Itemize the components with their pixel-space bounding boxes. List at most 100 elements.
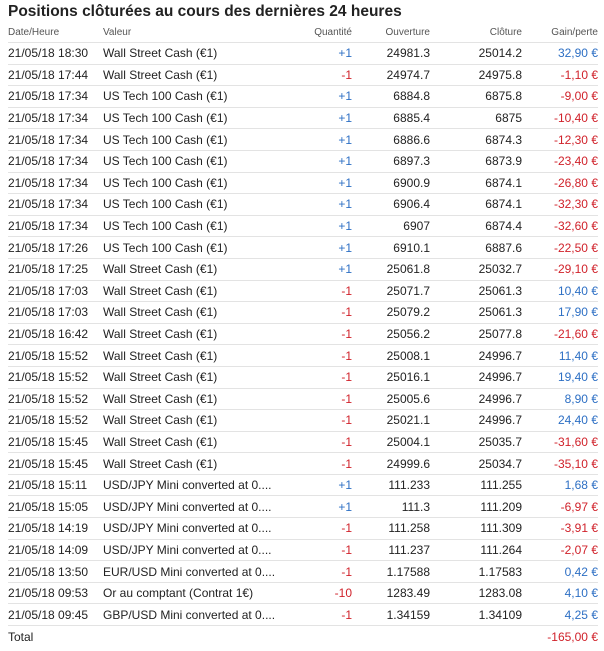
cell-instrument: US Tech 100 Cash (€1)	[103, 236, 288, 259]
table-row[interactable]: 21/05/18 17:34 US Tech 100 Cash (€1) +1 689…	[8, 150, 598, 173]
cell-gain: -31,60 €	[522, 431, 598, 454]
table-row[interactable]: 21/05/18 17:44 Wall Street Cash (€1) -1 249…	[8, 64, 598, 87]
cell-quantity: -10	[288, 582, 352, 605]
cell-quantity: +1	[288, 150, 352, 173]
cell-date: 21/05/18 15:05	[8, 495, 103, 519]
cell-instrument: USD/JPY Mini converted at 0....	[103, 474, 288, 497]
table-row[interactable]: 21/05/18 17:34 US Tech 100 Cash (€1) +1 690…	[8, 215, 598, 238]
cell-open-price: 111.237	[352, 539, 430, 562]
cell-open-price: 25004.1	[352, 431, 430, 454]
cell-instrument: Wall Street Cash (€1)	[103, 366, 288, 389]
cell-quantity: -1	[288, 517, 352, 540]
column-header-close[interactable]: Clôture	[430, 23, 522, 43]
cell-quantity: -1	[288, 409, 352, 432]
cell-quantity: -1	[288, 280, 352, 303]
table-row[interactable]: 21/05/18 17:34 US Tech 100 Cash (€1) +1 690…	[8, 172, 598, 195]
column-header-date[interactable]: Date/Heure	[8, 23, 103, 43]
cell-quantity: -1	[288, 539, 352, 562]
cell-close-price: 25061.3	[430, 280, 522, 303]
cell-gain: 1,68 €	[522, 474, 598, 497]
table-row[interactable]: 21/05/18 17:03 Wall Street Cash (€1) -1 250…	[8, 280, 598, 303]
cell-gain: -9,00 €	[522, 85, 598, 108]
cell-open-price: 6885.4	[352, 107, 430, 130]
cell-instrument: Wall Street Cash (€1)	[103, 42, 288, 65]
cell-gain: -1,10 €	[522, 64, 598, 87]
table-row[interactable]: 21/05/18 14:19 USD/JPY Mini converted at …	[8, 517, 598, 540]
cell-quantity: -1	[288, 366, 352, 389]
table-row[interactable]: 21/05/18 16:42 Wall Street Cash (€1) -1 250…	[8, 323, 598, 346]
cell-close-price: 1.34109	[430, 603, 522, 627]
cell-date: 21/05/18 17:34	[8, 128, 103, 151]
cell-close-price: 6887.6	[430, 236, 522, 259]
cell-date: 21/05/18 15:52	[8, 344, 103, 367]
cell-close-price: 24996.7	[430, 366, 522, 389]
table-row[interactable]: 21/05/18 17:34 US Tech 100 Cash (€1) +1 690…	[8, 193, 598, 216]
total-spacer	[103, 626, 288, 649]
cell-open-price: 25005.6	[352, 388, 430, 411]
column-header-value[interactable]: Valeur	[103, 23, 288, 43]
table-row[interactable]: 21/05/18 18:30 Wall Street Cash (€1) +1 249…	[8, 42, 598, 65]
cell-quantity: -1	[288, 603, 352, 627]
cell-close-price: 6874.1	[430, 193, 522, 216]
cell-open-price: 25016.1	[352, 366, 430, 389]
table-row[interactable]: 21/05/18 15:52 Wall Street Cash (€1) -1 250…	[8, 409, 598, 432]
table-row[interactable]: 21/05/18 17:25 Wall Street Cash (€1) +1 250…	[8, 258, 598, 281]
cell-open-price: 24974.7	[352, 64, 430, 87]
column-header-open[interactable]: Ouverture	[352, 23, 430, 43]
cell-date: 21/05/18 15:11	[8, 474, 103, 497]
cell-close-price: 25032.7	[430, 258, 522, 281]
page-title: Positions clôturées au cours des dernièr…	[8, 3, 402, 20]
cell-open-price: 6906.4	[352, 193, 430, 216]
cell-instrument: USD/JPY Mini converted at 0....	[103, 517, 288, 540]
cell-instrument: GBP/USD Mini converted at 0....	[103, 603, 288, 627]
cell-instrument: US Tech 100 Cash (€1)	[103, 85, 288, 108]
table-row[interactable]: 21/05/18 17:34 US Tech 100 Cash (€1) +1 688…	[8, 128, 598, 151]
cell-date: 21/05/18 16:42	[8, 323, 103, 346]
cell-open-price: 24999.6	[352, 452, 430, 475]
table-row[interactable]: 21/05/18 15:45 Wall Street Cash (€1) -1 249…	[8, 452, 598, 475]
table-row[interactable]: 21/05/18 17:34 US Tech 100 Cash (€1) +1 688…	[8, 107, 598, 130]
total-row: Total -165,00 €	[8, 626, 598, 649]
table-row[interactable]: 21/05/18 17:34 US Tech 100 Cash (€1) +1 688…	[8, 85, 598, 108]
cell-open-price: 25056.2	[352, 323, 430, 346]
cell-gain: -35,10 €	[522, 452, 598, 475]
cell-open-price: 6907	[352, 215, 430, 238]
cell-gain: 4,25 €	[522, 603, 598, 627]
table-row[interactable]: 21/05/18 15:11 USD/JPY Mini converted at …	[8, 474, 598, 497]
table-row[interactable]: 21/05/18 15:05 USD/JPY Mini converted at …	[8, 495, 598, 519]
cell-instrument: USD/JPY Mini converted at 0....	[103, 539, 288, 562]
cell-date: 21/05/18 17:34	[8, 150, 103, 173]
cell-close-price: 6874.3	[430, 128, 522, 151]
table-row[interactable]: 21/05/18 13:50 EUR/USD Mini converted at …	[8, 560, 598, 583]
cell-date: 21/05/18 17:34	[8, 215, 103, 238]
cell-instrument: US Tech 100 Cash (€1)	[103, 107, 288, 130]
cell-instrument: EUR/USD Mini converted at 0....	[103, 560, 288, 583]
column-header-gain[interactable]: Gain/perte	[522, 23, 598, 43]
table-row[interactable]: 21/05/18 15:52 Wall Street Cash (€1) -1 250…	[8, 366, 598, 389]
table-row[interactable]: 21/05/18 17:26 US Tech 100 Cash (€1) +1 691…	[8, 236, 598, 259]
cell-date: 21/05/18 15:52	[8, 409, 103, 432]
cell-open-price: 24981.3	[352, 42, 430, 65]
cell-close-price: 24996.7	[430, 344, 522, 367]
cell-close-price: 25077.8	[430, 323, 522, 346]
table-row[interactable]: 21/05/18 17:03 Wall Street Cash (€1) -1 250…	[8, 301, 598, 324]
table-row[interactable]: 21/05/18 15:52 Wall Street Cash (€1) -1 250…	[8, 344, 598, 367]
cell-close-price: 24996.7	[430, 409, 522, 432]
cell-instrument: USD/JPY Mini converted at 0....	[103, 495, 288, 519]
table-row[interactable]: 21/05/18 09:45 GBP/USD Mini converted at …	[8, 603, 598, 627]
cell-instrument: Or au comptant (Contrat 1€)	[103, 582, 288, 605]
table-row[interactable]: 21/05/18 14:09 USD/JPY Mini converted at …	[8, 539, 598, 562]
cell-instrument: Wall Street Cash (€1)	[103, 388, 288, 411]
cell-date: 21/05/18 17:34	[8, 107, 103, 130]
cell-close-price: 111.209	[430, 495, 522, 519]
table-row[interactable]: 21/05/18 15:52 Wall Street Cash (€1) -1 250…	[8, 388, 598, 411]
cell-quantity: +1	[288, 107, 352, 130]
cell-open-price: 6884.8	[352, 85, 430, 108]
cell-quantity: +1	[288, 172, 352, 195]
cell-close-price: 111.309	[430, 517, 522, 540]
column-header-quantity[interactable]: Quantité	[288, 23, 352, 43]
table-row[interactable]: 21/05/18 09:53 Or au comptant (Contrat 1€…	[8, 582, 598, 605]
table-row[interactable]: 21/05/18 15:45 Wall Street Cash (€1) -1 250…	[8, 431, 598, 454]
cell-instrument: Wall Street Cash (€1)	[103, 258, 288, 281]
cell-gain: -32,30 €	[522, 193, 598, 216]
